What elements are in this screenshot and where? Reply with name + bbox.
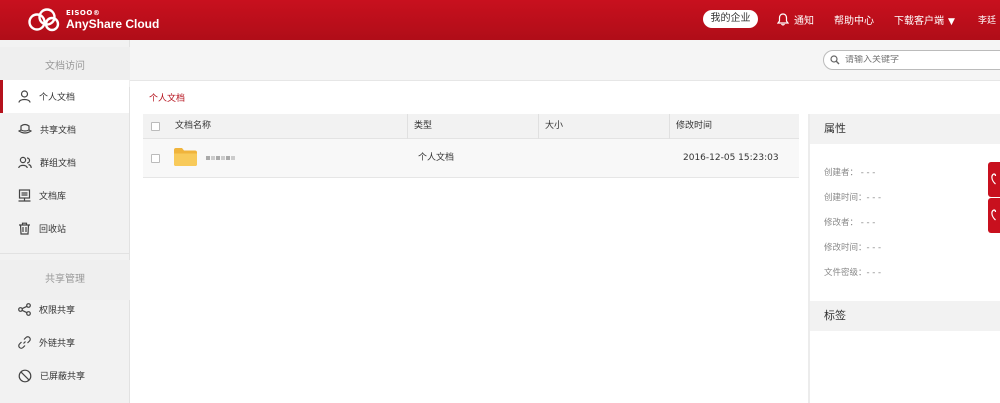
sidebar-item-label: 权限共享 — [39, 306, 76, 316]
sidebar-item-label: 共享文档 — [40, 126, 77, 136]
file-table: 文档名称 类型 大小 修改时间 个人文档 2016-12-05 15:23:03 — [143, 114, 799, 178]
sidebar-item-personal-docs[interactable]: 个人文档 — [0, 80, 129, 113]
sidebar-divider — [0, 253, 130, 254]
select-all-checkbox[interactable] — [151, 122, 160, 131]
table-row[interactable]: 个人文档 2016-12-05 15:23:03 — [143, 139, 799, 178]
sidebar-item-label: 文档库 — [39, 192, 67, 202]
prop-label: 创建时间： — [824, 193, 867, 203]
share-icon — [18, 303, 31, 316]
my-enterprise-button[interactable]: 我的企业 — [703, 10, 758, 28]
hat-icon — [18, 123, 32, 134]
trash-icon — [19, 222, 30, 235]
prop-label: 修改时间： — [824, 243, 867, 253]
user-menu[interactable]: 李廷 — [978, 13, 996, 26]
column-header-modified[interactable]: 修改时间 — [669, 114, 799, 139]
sidebar-item-group-docs[interactable]: 群组文档 — [0, 146, 129, 179]
sidebar: 文档访问 个人文档 共享文档 群组文档 文档库 回收站 共享管理 权限共享 外链… — [0, 40, 130, 403]
sidebar-item-blocked-share[interactable]: 已屏蔽共享 — [0, 359, 129, 392]
prop-creator: 创建者： - - - — [824, 166, 875, 178]
feedback-button[interactable] — [988, 162, 1000, 197]
prop-value: - - - — [866, 193, 882, 203]
service-button[interactable] — [988, 198, 1000, 233]
sidebar-item-link-share[interactable]: 外链共享 — [0, 326, 129, 359]
column-header-size[interactable]: 大小 — [538, 114, 669, 139]
user-icon — [18, 90, 31, 103]
column-header-type[interactable]: 类型 — [407, 114, 538, 139]
blurred-filename[interactable] — [206, 156, 235, 160]
prop-value: - - - — [866, 243, 882, 253]
prop-value: - - - — [866, 268, 882, 278]
bell-icon — [777, 12, 789, 26]
prop-modifier: 修改者： - - - — [824, 216, 875, 228]
column-header-name[interactable]: 文档名称 — [169, 114, 409, 139]
group-icon — [18, 156, 32, 169]
tags-title: 标签 — [810, 301, 1000, 331]
library-icon — [18, 189, 31, 202]
search-box[interactable] — [823, 50, 1000, 70]
download-client-menu[interactable]: 下载客户端 ▼ — [894, 12, 955, 27]
notify-button[interactable]: 通知 — [777, 11, 814, 27]
prop-modified-time: 修改时间：- - - — [824, 241, 881, 253]
properties-title: 属性 — [810, 114, 1000, 144]
sidebar-item-label: 群组文档 — [40, 159, 77, 169]
row-type: 个人文档 — [418, 153, 455, 163]
table-header: 文档名称 类型 大小 修改时间 — [143, 114, 799, 139]
link-icon — [18, 336, 31, 349]
row-checkbox[interactable] — [151, 154, 160, 163]
folder-icon — [174, 148, 197, 166]
caret-down-icon: ▼ — [948, 17, 955, 27]
prop-label: 修改者： — [824, 218, 859, 228]
logo-product: AnyShare Cloud — [66, 17, 160, 31]
panel-divider — [808, 114, 810, 403]
sidebar-item-recycle-bin[interactable]: 回收站 — [0, 212, 129, 245]
blocked-icon — [18, 369, 32, 382]
prop-label: 文件密级： — [824, 268, 867, 278]
prop-value: - - - — [860, 218, 876, 228]
heart-icon — [991, 209, 997, 221]
prop-created-time: 创建时间：- - - — [824, 191, 881, 203]
help-center-link[interactable]: 帮助中心 — [834, 12, 874, 27]
prop-value: - - - — [860, 168, 876, 178]
logo[interactable]: EISOO® AnyShare Cloud — [26, 5, 159, 35]
sidebar-item-label: 已屏蔽共享 — [40, 372, 86, 382]
sidebar-item-library[interactable]: 文档库 — [0, 179, 129, 212]
breadcrumb[interactable]: 个人文档 — [149, 91, 185, 104]
top-header: EISOO® AnyShare Cloud 我的企业 通知 帮助中心 下载客户端… — [0, 0, 1000, 40]
logo-brand: EISOO® — [66, 9, 101, 17]
sidebar-item-label: 个人文档 — [39, 93, 76, 103]
sidebar-item-shared-docs[interactable]: 共享文档 — [0, 113, 129, 146]
search-icon — [830, 55, 840, 65]
download-label: 下载客户端 — [894, 16, 944, 27]
notify-label: 通知 — [794, 15, 814, 27]
row-modified: 2016-12-05 15:23:03 — [683, 153, 779, 163]
sidebar-item-label: 回收站 — [39, 225, 67, 235]
sidebar-item-permission-share[interactable]: 权限共享 — [0, 293, 129, 326]
cloud-logo-icon — [28, 8, 60, 32]
sidebar-item-label: 外链共享 — [39, 339, 76, 349]
heart-icon — [991, 173, 997, 185]
toolbar — [130, 40, 1000, 81]
search-input[interactable] — [845, 55, 995, 65]
prop-security-level: 文件密级：- - - — [824, 266, 881, 278]
prop-label: 创建者： — [824, 168, 859, 178]
